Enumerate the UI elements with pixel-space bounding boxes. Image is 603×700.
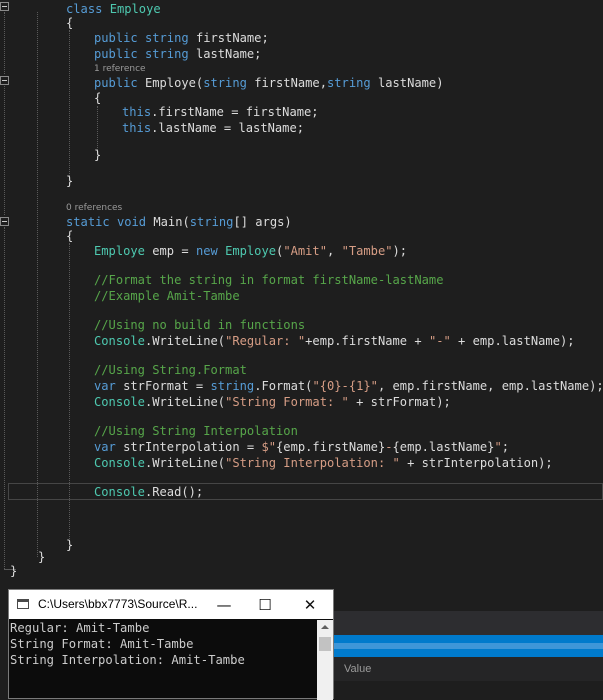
code-line-new-employe[interactable]: Employe emp = new Employe("Amit", "Tambe… — [94, 244, 407, 259]
locals-panel: Value — [334, 611, 603, 690]
console-output-line: String Format: Amit-Tambe — [10, 637, 194, 651]
close-button[interactable]: ✕ — [295, 594, 325, 616]
console-title: C:\Users\bbx7773\Source\R... — [38, 597, 198, 611]
codelens-references[interactable]: 1 reference — [94, 64, 146, 74]
code-line-main[interactable]: static void Main(string[] args) — [66, 215, 292, 230]
code-line-brace[interactable]: } — [66, 538, 73, 553]
outline-guide — [4, 12, 5, 74]
code-line-field-last[interactable]: public string lastName; — [94, 47, 261, 62]
outline-guide — [4, 86, 5, 215]
code-line-writeline-regular[interactable]: Console.WriteLine("Regular: "+emp.firstN… — [94, 334, 575, 349]
console-scrollbar[interactable] — [317, 620, 333, 700]
codelens-references[interactable]: 0 references — [66, 203, 122, 213]
code-comment[interactable]: //Using String Interpolation — [94, 424, 298, 439]
code-comment[interactable]: //Using no build in functions — [94, 318, 305, 333]
code-comment[interactable]: //Example Amit-Tambe — [94, 289, 240, 304]
code-line-interpolation[interactable]: var strInterpolation = $"{emp.firstName}… — [94, 440, 509, 455]
panel-tab-active — [334, 643, 603, 649]
code-line-console-read[interactable]: Console.Read(); — [94, 485, 203, 500]
collapse-class-icon[interactable] — [0, 2, 9, 11]
console-window[interactable]: C:\Users\bbx7773\Source\R... — ☐ ✕ Regul… — [8, 589, 334, 700]
code-line-string-format[interactable]: var strFormat = string.Format("{0}-{1}",… — [94, 379, 603, 394]
code-line-constructor[interactable]: public Employe(string firstName,string l… — [94, 76, 444, 91]
collapse-main-icon[interactable] — [0, 217, 9, 226]
code-line-assign-last[interactable]: this.lastName = lastName; — [122, 121, 304, 136]
code-line-assign-first[interactable]: this.firstName = firstName; — [122, 105, 319, 120]
console-output-line: String Interpolation: Amit-Tambe — [10, 653, 245, 667]
code-line-brace[interactable]: { — [94, 91, 101, 106]
editor-gutter — [0, 0, 16, 690]
code-line-brace[interactable]: } — [38, 550, 45, 565]
code-editor[interactable]: class Employe { public string firstName;… — [0, 0, 603, 690]
collapse-ctor-icon[interactable] — [0, 76, 9, 85]
code-line-brace[interactable]: } — [94, 148, 101, 163]
console-output-line: Regular: Amit-Tambe — [10, 621, 150, 635]
code-comment[interactable]: //Format the string in format firstName-… — [94, 273, 444, 288]
code-line-writeline-format[interactable]: Console.WriteLine("String Format: " + st… — [94, 395, 451, 410]
code-line-class[interactable]: class Employe — [66, 2, 161, 17]
scrollbar-thumb[interactable] — [319, 637, 331, 651]
indent-guide — [37, 12, 38, 557]
panel-column-header: Value — [334, 657, 603, 682]
outline-guide — [4, 227, 5, 569]
value-column-header[interactable]: Value — [344, 663, 371, 675]
code-line-writeline-interp[interactable]: Console.WriteLine("String Interpolation:… — [94, 456, 553, 471]
console-output[interactable]: Regular: Amit-Tambe String Format: Amit-… — [9, 620, 315, 700]
code-line-brace[interactable]: { — [66, 229, 73, 244]
minimize-button[interactable]: — — [209, 594, 239, 616]
code-line-brace[interactable]: } — [10, 564, 17, 579]
code-line-brace[interactable]: } — [66, 174, 73, 189]
console-titlebar[interactable]: C:\Users\bbx7773\Source\R... — ☐ ✕ — [9, 590, 333, 619]
indent-guide — [97, 106, 98, 152]
maximize-button[interactable]: ☐ — [250, 594, 280, 616]
code-line-brace[interactable]: { — [66, 16, 73, 31]
panel-body — [334, 681, 603, 690]
code-line-field-first[interactable]: public string firstName; — [94, 31, 269, 46]
scroll-up-icon[interactable] — [321, 625, 329, 629]
indent-guide — [69, 30, 70, 180]
console-app-icon[interactable] — [17, 599, 29, 609]
code-comment[interactable]: //Using String.Format — [94, 363, 247, 378]
